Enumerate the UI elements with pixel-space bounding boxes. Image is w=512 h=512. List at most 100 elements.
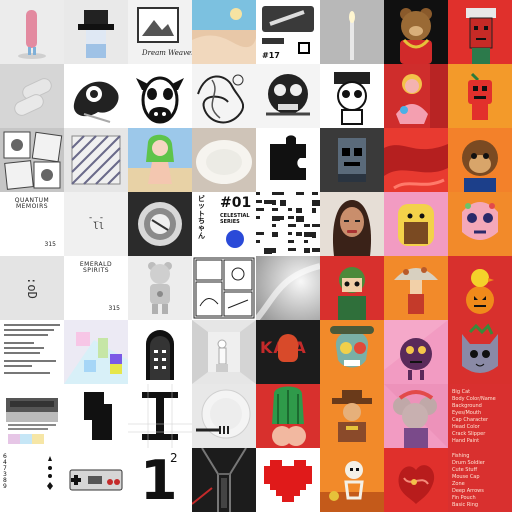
book-number: 315 — [108, 305, 120, 312]
nft-kaa-devil[interactable]: KA A — [256, 320, 320, 384]
nft-gallery-grid: Dream Weaver #17 QUANTUM MEMOIRS 315 -_- ll #… — [0, 0, 512, 512]
nft-green-helmet[interactable] — [320, 256, 384, 320]
bear-icon — [128, 256, 192, 320]
stamp-icon — [0, 128, 64, 192]
ibeam-icon — [128, 384, 192, 448]
nft-embossed-pebbles[interactable] — [0, 64, 64, 128]
nft-retro-computer[interactable] — [0, 384, 64, 448]
nft-white-plate[interactable] — [192, 128, 256, 192]
nft-ape-portrait[interactable] — [448, 128, 512, 192]
nft-quantum-memoirs[interactable]: QUANTUM MEMOIRS 315 — [0, 192, 64, 256]
nft-purple-blob[interactable] — [384, 320, 448, 384]
character-icon — [384, 64, 448, 128]
doodle-icon — [384, 448, 448, 512]
nft-number-one[interactable]: 12 — [128, 448, 192, 512]
lines-icon — [71, 135, 121, 185]
menu-line: Eyes/Mouth — [452, 410, 482, 416]
nft-zombie-skull[interactable] — [320, 320, 384, 384]
heart-icon — [264, 460, 312, 502]
nft-pink-figure[interactable] — [0, 0, 64, 64]
nft-i-beam[interactable] — [128, 384, 192, 448]
skeleton-icon — [320, 448, 384, 512]
nft-doodle-swirl[interactable] — [192, 64, 256, 128]
nft-dark-corridor[interactable] — [192, 448, 256, 512]
nft-green-hair-back[interactable] — [256, 384, 320, 448]
robot-icon — [334, 72, 370, 125]
menu-line: Body Color/Name — [452, 396, 496, 402]
splash-icon — [384, 128, 448, 192]
menu-line: Zone — [452, 481, 465, 487]
nft-pastel-desert[interactable] — [192, 0, 256, 64]
nft-manga-page[interactable] — [192, 256, 256, 320]
menu-line: Fin Pouch — [452, 495, 476, 501]
fork-icon — [192, 384, 256, 448]
nft-emoticon-d[interactable]: :oD — [0, 256, 64, 320]
head-icon — [466, 8, 496, 64]
controller-icon — [69, 469, 123, 491]
nft-arch-door[interactable] — [128, 320, 192, 384]
nft-candle-light[interactable] — [320, 0, 384, 64]
nft-mouse-hat[interactable] — [384, 384, 448, 448]
character-icon — [128, 128, 192, 192]
document-icon — [0, 320, 64, 384]
nft-statue-room[interactable] — [192, 320, 256, 384]
nft-soft-gradient[interactable] — [256, 256, 320, 320]
nft-bear-chains[interactable] — [384, 0, 448, 64]
character-icon — [320, 384, 384, 448]
nft-playing-card[interactable]: 6 4 7 3 8 9 — [0, 448, 64, 512]
nft-cow-face[interactable] — [128, 64, 192, 128]
nft-mushroom-guy[interactable] — [384, 256, 448, 320]
nft-ink-splash[interactable] — [64, 64, 128, 128]
noise-icon — [256, 192, 320, 256]
nft-silver-bear[interactable] — [128, 256, 192, 320]
nft-pixel-noise[interactable] — [256, 192, 320, 256]
nft-plate-fork[interactable] — [192, 384, 256, 448]
menu-line: Drum Soldier — [452, 460, 485, 466]
tile-caption: Dream Weaver — [142, 49, 192, 57]
character-icon — [256, 384, 320, 448]
nft-pixel-glasses[interactable] — [64, 0, 128, 64]
nft-face-emoticon[interactable]: -_- ll — [64, 192, 128, 256]
nft-puzzle-piece[interactable] — [256, 128, 320, 192]
nft-emerald-spirits[interactable]: EMERALD SPIRITS 315 — [64, 256, 128, 320]
blue-orb-icon — [226, 230, 244, 248]
nft-orange-bot[interactable] — [448, 64, 512, 128]
nft-green-hair-girl[interactable] — [128, 128, 192, 192]
plate-icon — [192, 128, 256, 192]
nft-cowboy-hat[interactable] — [320, 384, 384, 448]
nft-pastel-blocks[interactable] — [64, 320, 128, 384]
nft-metro-card[interactable]: #17 — [256, 0, 320, 64]
nft-toast-character[interactable] — [384, 192, 448, 256]
nft-red-menu[interactable]: Fishing Drum Soldier Cute Stuff Mouse Cap Zo… — [448, 448, 512, 512]
nft-red-text-list[interactable]: Big Cat Body Color/Name Background Eyes/Mou… — [448, 384, 512, 448]
shape-icon — [84, 392, 112, 440]
menu-line: Basic Ring — [452, 502, 479, 508]
nft-text-document[interactable] — [0, 320, 64, 384]
nft-bitchan-poster[interactable]: #01 CELESTIAL SERIES ビ ッ ト ち ゃ ん — [192, 192, 256, 256]
nft-skull-mask[interactable] — [256, 64, 320, 128]
nft-dream-weaver[interactable]: Dream Weaver — [128, 0, 192, 64]
toast-icon — [384, 192, 448, 256]
nft-diagonal-lines[interactable] — [64, 128, 128, 192]
nft-woman-portrait[interactable] — [320, 192, 384, 256]
nft-game-controller[interactable] — [64, 448, 128, 512]
nft-red-doodle[interactable] — [384, 448, 448, 512]
nft-stamp-collage[interactable] — [0, 128, 64, 192]
bot-icon — [448, 64, 512, 128]
mushroom-icon — [384, 256, 448, 320]
mouse-icon — [384, 384, 448, 448]
nft-robot-cartoon[interactable] — [320, 64, 384, 128]
nft-red-ink[interactable] — [384, 128, 448, 192]
nft-black-shape[interactable] — [64, 384, 128, 448]
nft-pumpkin-chick[interactable] — [448, 256, 512, 320]
nft-pixel-ghost[interactable] — [320, 128, 384, 192]
nft-pink-character[interactable] — [384, 64, 448, 128]
poster-number: #01 — [220, 195, 252, 211]
nft-grey-cat[interactable] — [448, 320, 512, 384]
nft-red-cap-head[interactable] — [448, 0, 512, 64]
nft-pixel-heart[interactable] — [256, 448, 320, 512]
nft-skeleton-scene[interactable] — [320, 448, 384, 512]
nft-sugar-skull[interactable] — [448, 192, 512, 256]
nft-glass-orb[interactable] — [128, 192, 192, 256]
book-title: EMERALD SPIRITS — [79, 261, 113, 274]
